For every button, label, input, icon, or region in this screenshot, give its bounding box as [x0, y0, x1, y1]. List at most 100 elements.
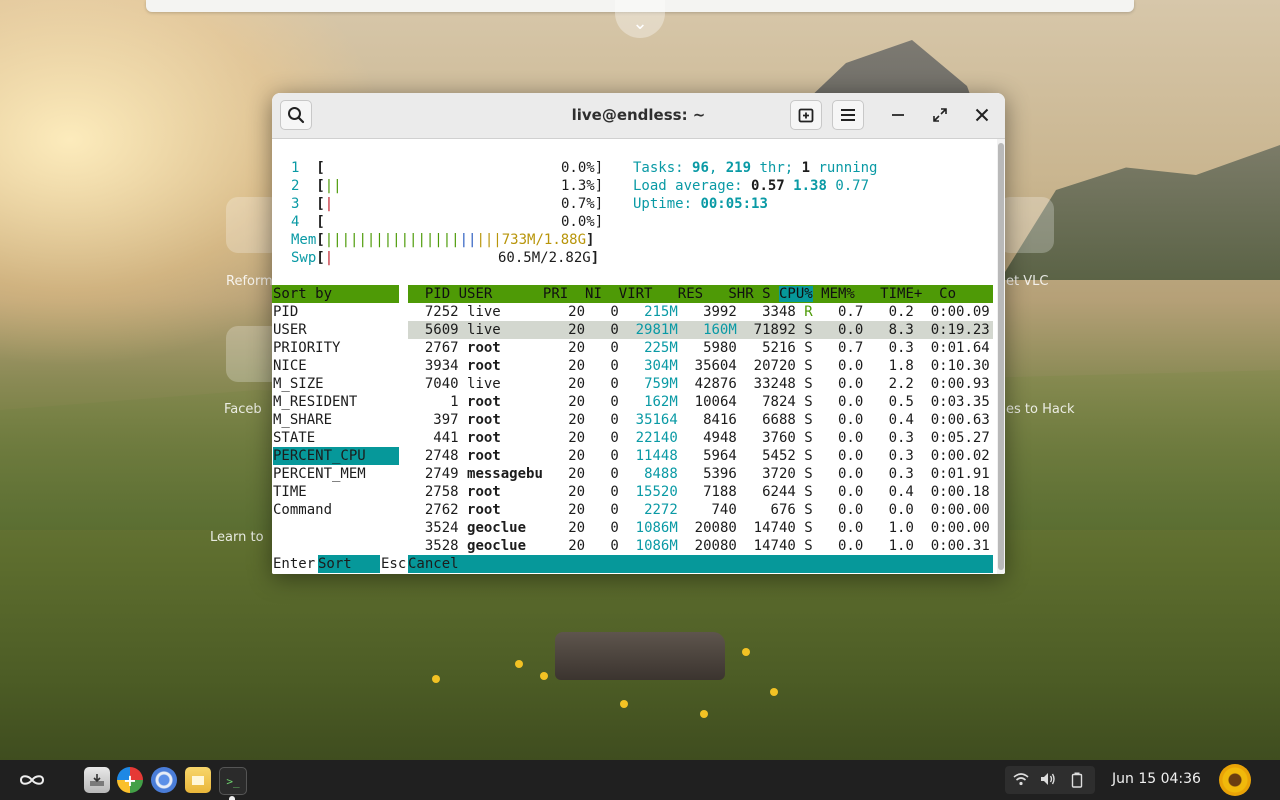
process-row[interactable]: 2767 root 20 0 225M 5980 5216 S 0.7 0.3 …	[408, 339, 1005, 357]
sort-action[interactable]: Sort	[318, 555, 380, 573]
terminal-icon[interactable]: >_	[219, 767, 247, 795]
chevron-down-icon[interactable]: ⌄	[615, 0, 665, 38]
process-row[interactable]: 2762 root 20 0 2272 740 676 S 0.0 0.0 0:…	[408, 501, 1005, 519]
process-row[interactable]: 2758 root 20 0 15520 7188 6244 S 0.0 0.4…	[408, 483, 1005, 501]
mem-meter: Mem[|||||||||||||||||||||733M/1.88G]	[291, 232, 595, 248]
minimize-button[interactable]	[882, 100, 914, 130]
app-center-icon[interactable]: +	[117, 767, 143, 793]
sort-option[interactable]: TIME	[273, 483, 399, 501]
col-pri[interactable]: PRI	[543, 286, 568, 302]
col-user[interactable]: USER	[459, 286, 493, 302]
desktop-label[interactable]: es to Hack	[1006, 402, 1075, 417]
shr-cell: 5216	[762, 340, 796, 356]
state-cell: S	[804, 394, 813, 410]
sort-option[interactable]: PRIORITY	[273, 339, 399, 357]
pri-cell: 20	[568, 430, 586, 446]
desktop-label[interactable]: Faceb	[224, 402, 262, 417]
endless-icon[interactable]	[18, 767, 46, 793]
user-cell: root	[467, 340, 501, 356]
cpu-num: 4	[291, 214, 300, 230]
user-cell: live	[467, 376, 501, 392]
sort-option[interactable]: STATE	[273, 429, 399, 447]
desktop-label[interactable]: et VLC	[1006, 274, 1048, 289]
pid-cell: 397	[433, 412, 459, 428]
desktop-label[interactable]: Learn to	[210, 530, 264, 545]
sort-option[interactable]: PERCENT_MEM	[273, 465, 399, 483]
files-installer-icon[interactable]	[84, 767, 110, 793]
close-icon	[975, 108, 989, 122]
wifi-icon[interactable]	[1013, 772, 1029, 788]
pri-cell: 20	[568, 340, 586, 356]
cpu-meter-3: 3 [|	[291, 196, 334, 212]
time-cell: 0:05.27	[930, 430, 990, 446]
close-button[interactable]	[966, 100, 998, 130]
col-state[interactable]: S	[762, 286, 770, 302]
desktop-app-icon[interactable]	[998, 197, 1054, 253]
battery-icon[interactable]	[1069, 772, 1085, 788]
volume-icon[interactable]	[1040, 772, 1056, 788]
menu-button[interactable]	[832, 100, 864, 130]
cancel-action[interactable]: Cancel	[408, 555, 459, 573]
scrollbar-thumb[interactable]	[998, 143, 1004, 570]
files-icon[interactable]	[185, 767, 211, 793]
user-cell: live	[467, 322, 501, 338]
uptime-line: Uptime: 00:05:13	[633, 195, 768, 213]
user-cell: root	[467, 448, 501, 464]
maximize-button[interactable]	[924, 100, 956, 130]
pid-cell: 1	[450, 394, 459, 410]
process-row[interactable]: 3934 root 20 0 304M 35604 20720 S 0.0 1.…	[408, 357, 1005, 375]
sort-option[interactable]: M_SIZE	[273, 375, 399, 393]
ni-cell: 0	[610, 340, 619, 356]
user-avatar[interactable]	[1219, 764, 1251, 796]
process-row[interactable]: 441 root 20 0 22140 4948 3760 S 0.0 0.3 …	[408, 429, 1005, 447]
maximize-icon	[933, 108, 947, 122]
terminal-content[interactable]: 1 [ 0.0%] 2 [|| 1.3%] 3 [| 0.7%] 4 [ 0.0…	[272, 139, 1005, 574]
pid-cell: 2749	[424, 466, 459, 482]
sort-option[interactable]: PID	[273, 303, 399, 321]
titlebar[interactable]: live@endless: ~	[272, 93, 1005, 139]
sort-option[interactable]: M_RESIDENT	[273, 393, 399, 411]
sort-option[interactable]: M_SHARE	[273, 411, 399, 429]
process-row[interactable]: 1 root 20 0 162M 10064 7824 S 0.0 0.5 0:…	[408, 393, 1005, 411]
col-time[interactable]: TIME+	[880, 286, 922, 302]
sort-option[interactable]: PERCENT_CPU	[273, 447, 399, 465]
col-ni[interactable]: NI	[585, 286, 602, 302]
pid-cell: 7252	[424, 304, 459, 320]
col-cpu[interactable]: CPU%	[778, 286, 813, 302]
system-tray[interactable]	[1005, 766, 1095, 794]
process-row[interactable]: 7252 live 20 0 215M 3992 3348 R 0.7 0.2 …	[408, 303, 1005, 321]
chromium-icon[interactable]	[151, 767, 177, 793]
pid-cell: 441	[433, 430, 459, 446]
time-cell: 0:00.63	[930, 412, 990, 428]
state-cell: R	[804, 304, 813, 320]
res-cell: 10064	[694, 394, 737, 410]
virt-cell: 35164	[635, 412, 678, 428]
search-button[interactable]	[280, 100, 312, 130]
process-row[interactable]: 2748 root 20 0 11448 5964 5452 S 0.0 0.3…	[408, 447, 1005, 465]
process-row[interactable]: 3528 geoclue 20 0 1086M 20080 14740 S 0.…	[408, 537, 1005, 555]
col-pid[interactable]: PID	[408, 286, 450, 302]
taskbar: + >_ Jun 15 04:36	[0, 760, 1280, 800]
process-row[interactable]: 7040 live 20 0 759M 42876 33248 S 0.0 2.…	[408, 375, 1005, 393]
process-row[interactable]: 3524 geoclue 20 0 1086M 20080 14740 S 0.…	[408, 519, 1005, 537]
desktop-label[interactable]: Reform	[226, 274, 273, 289]
col-shr[interactable]: SHR	[728, 286, 753, 302]
state-cell: S	[804, 412, 813, 428]
ni-cell: 0	[610, 412, 619, 428]
process-row[interactable]: 2749 messagebu 20 0 8488 5396 3720 S 0.0…	[408, 465, 1005, 483]
new-tab-button[interactable]	[790, 100, 822, 130]
process-row[interactable]: 5609 live 20 0 2981M 160M 71892 S 0.0 8.…	[408, 321, 1005, 339]
sort-option[interactable]: NICE	[273, 357, 399, 375]
sort-option[interactable]: Command	[273, 501, 399, 519]
time-cell: 0:01.91	[930, 466, 990, 482]
clock[interactable]: Jun 15 04:36	[1112, 771, 1201, 787]
col-command[interactable]: Co	[939, 286, 956, 302]
col-mem[interactable]: MEM%	[821, 286, 855, 302]
col-virt[interactable]: VIRT	[619, 286, 653, 302]
process-row[interactable]: 397 root 20 0 35164 8416 6688 S 0.0 0.4 …	[408, 411, 1005, 429]
sort-option[interactable]: USER	[273, 321, 399, 339]
col-res[interactable]: RES	[678, 286, 703, 302]
esc-key[interactable]: Esc	[381, 555, 406, 573]
state-cell: S	[804, 448, 813, 464]
enter-key[interactable]: Enter	[273, 555, 315, 573]
